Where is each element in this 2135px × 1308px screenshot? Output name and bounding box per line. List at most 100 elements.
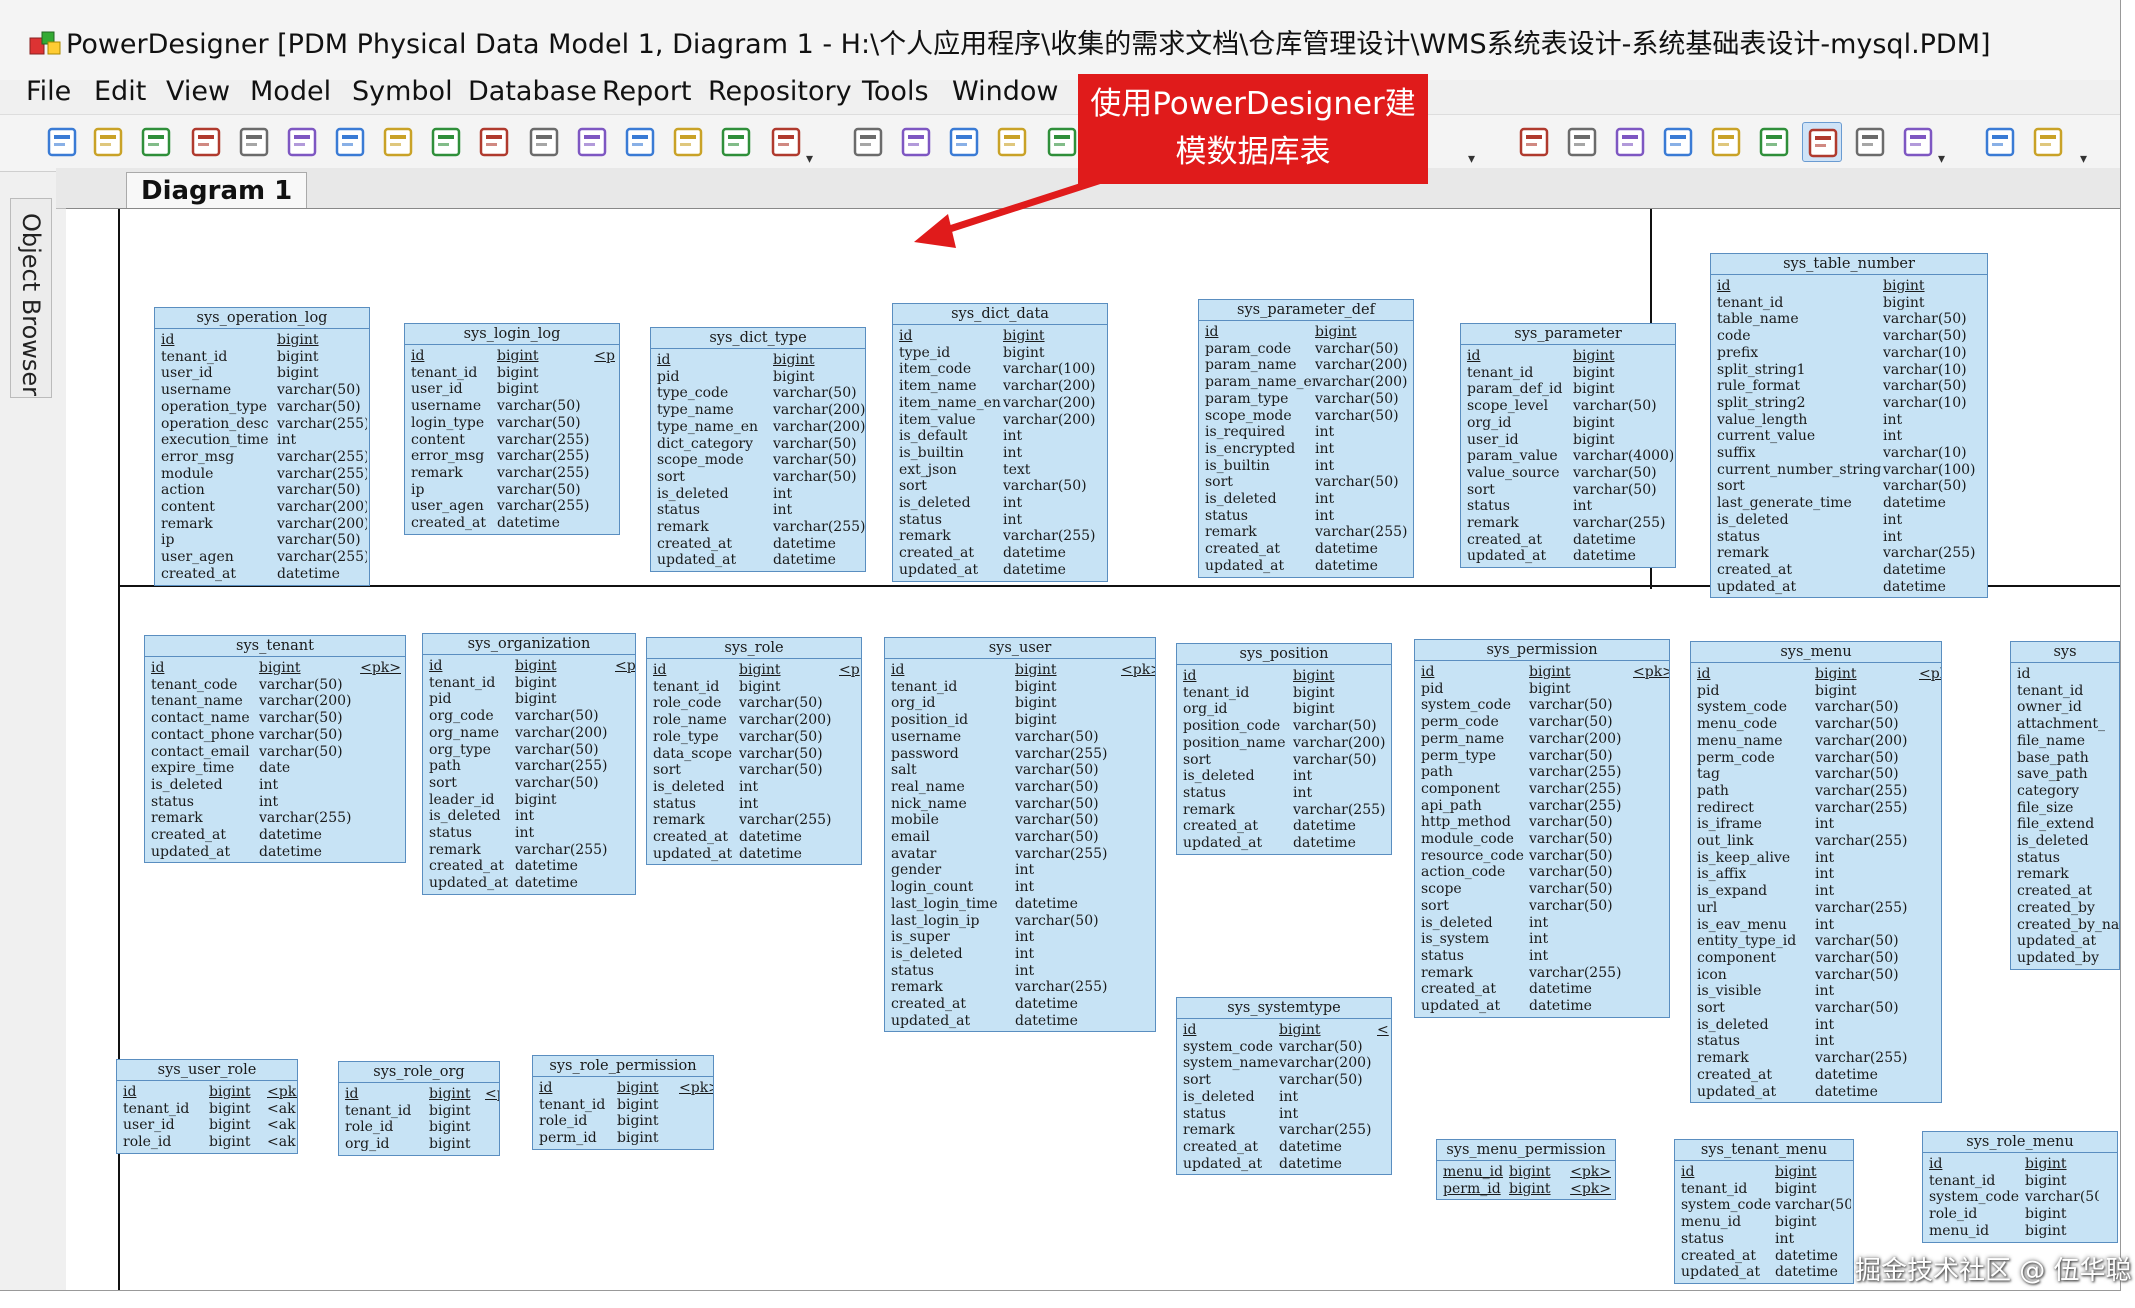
table-column-row[interactable]: created_at datetime xyxy=(1183,1139,1391,1156)
table-column-row[interactable]: content varchar(255) xyxy=(411,432,619,449)
comment-icon[interactable] xyxy=(1850,122,1890,162)
table-column-row[interactable]: id bigint < xyxy=(1183,1022,1391,1039)
new-package-icon[interactable] xyxy=(848,122,888,162)
table-column-row[interactable]: gender int xyxy=(891,862,1155,879)
table-column-row[interactable]: is_keep_alive int xyxy=(1697,850,1941,867)
refresh-icon[interactable] xyxy=(992,122,1032,162)
table-column-row[interactable]: id bigint <p xyxy=(429,658,635,675)
table-column-row[interactable]: file_name xyxy=(2017,733,2119,750)
table-column-row[interactable]: split_string1 varchar(10) xyxy=(1717,362,1987,379)
table-column-row[interactable]: remark varchar(200) xyxy=(161,516,369,533)
table-column-row[interactable]: is_deleted int xyxy=(429,808,635,825)
table-column-row[interactable]: entity_type_id varchar(50) xyxy=(1697,933,1941,950)
table-sys-organization[interactable]: sys_organization id bigint <p tenant_id bigin… xyxy=(422,633,636,895)
table-column-row[interactable]: sort varchar(50) xyxy=(429,775,635,792)
table-column-row[interactable]: sort varchar(50) xyxy=(1697,1000,1941,1017)
table-column-row[interactable]: system_name varchar(200) xyxy=(1183,1055,1391,1072)
table-column-row[interactable]: contact_email varchar(50) xyxy=(151,744,405,761)
table-column-row[interactable]: ext_json text xyxy=(899,462,1107,479)
table-column-row[interactable]: created_at datetime xyxy=(1205,541,1413,558)
table-column-row[interactable]: id bigint <pk> xyxy=(539,1080,713,1097)
table-column-row[interactable]: tenant_code varchar(50) xyxy=(151,677,405,694)
table-column-row[interactable]: system_codevarchar(50) xyxy=(1421,697,1669,714)
table-column-row[interactable]: org_id bigint xyxy=(1467,415,1675,432)
table-column-row[interactable]: created_by_na xyxy=(2017,917,2119,934)
table-column-row[interactable]: last_login_ip varchar(50) xyxy=(891,913,1155,930)
table-column-row[interactable]: role_name varchar(200) xyxy=(653,712,861,729)
table-column-row[interactable]: is_deleted int xyxy=(1183,1089,1391,1106)
table-sys-systemtype[interactable]: sys_systemtype id bigint < system_code varcha… xyxy=(1176,997,1392,1176)
table-column-row[interactable]: tenant_id bigint xyxy=(539,1097,713,1114)
table-column-row[interactable]: user_id bigint xyxy=(1467,432,1675,449)
table-column-row[interactable]: param_type varchar(50) xyxy=(1205,391,1413,408)
table-column-row[interactable]: param_def_id bigint xyxy=(1467,381,1675,398)
table-sys-dict-data[interactable]: sys_dict_data id bigint type_id bigint item_c… xyxy=(892,303,1108,582)
save-all-icon[interactable] xyxy=(234,122,274,162)
table-column-row[interactable]: status int xyxy=(1205,508,1413,525)
table-sys-user-role[interactable]: sys_user_roleidbigint<pk>tenant_idbigint… xyxy=(116,1059,298,1154)
table-column-row[interactable]: perm_code varchar(50) xyxy=(1421,714,1669,731)
table-column-row[interactable]: id bigint xyxy=(1467,348,1675,365)
table-column-row[interactable]: sort varchar(50) xyxy=(1183,752,1391,769)
spell-check-icon[interactable] xyxy=(716,122,756,162)
table-column-row[interactable]: error_msg varchar(255) xyxy=(411,448,619,465)
table-column-row[interactable]: status int xyxy=(1697,1033,1941,1050)
table-column-row[interactable]: perm_id bigint xyxy=(539,1130,713,1147)
table-column-row[interactable]: created_at datetime xyxy=(653,829,861,846)
table-column-row[interactable]: menu_id bigint <pk> xyxy=(1443,1164,1615,1181)
menu-model[interactable]: Model xyxy=(250,76,331,107)
table-column-row[interactable]: module_code varchar(50) xyxy=(1421,831,1669,848)
table-column-row[interactable]: current_number_string varchar(100) xyxy=(1717,462,1987,479)
table-column-row[interactable]: is_deleted int xyxy=(1421,915,1669,932)
diagram-canvas[interactable]: sys_operation_log id bigint tenant_id bigint… xyxy=(66,208,2120,1290)
table-column-row[interactable]: login_type varchar(50) xyxy=(411,415,619,432)
table-column-row[interactable]: id xyxy=(2017,666,2119,683)
table-column-row[interactable]: updated_at xyxy=(2017,933,2119,950)
zoom-page-icon[interactable] xyxy=(1754,122,1794,162)
table-column-row[interactable]: remark varchar(255) xyxy=(1697,1050,1941,1067)
table-column-row[interactable]: status int xyxy=(653,796,861,813)
table-column-row[interactable]: is_affix int xyxy=(1697,866,1941,883)
table-sys-menu-permission[interactable]: sys_menu_permission menu_id bigint <pk> perm… xyxy=(1436,1139,1616,1201)
table-column-row[interactable]: operation_desc varchar(255) xyxy=(161,416,369,433)
table-sys-operation-log[interactable]: sys_operation_log id bigint tenant_id bigint… xyxy=(154,307,370,586)
table-column-row[interactable]: item_name varchar(200) xyxy=(899,378,1107,395)
table-column-row[interactable]: role_type varchar(50) xyxy=(653,729,861,746)
table-column-row[interactable]: suffix varchar(10) xyxy=(1717,445,1987,462)
table-column-row[interactable]: type_name varchar(200) xyxy=(657,402,865,419)
table-column-row[interactable]: item_name_en varchar(200) xyxy=(899,395,1107,412)
table-column-row[interactable]: org_id bigint xyxy=(345,1136,499,1153)
table-column-row[interactable]: last_generate_time datetime xyxy=(1717,495,1987,512)
table-column-row[interactable]: salt varchar(50) xyxy=(891,762,1155,779)
table-column-row[interactable]: id bigint <p xyxy=(653,662,861,679)
table-column-row[interactable]: position_name varchar(200) xyxy=(1183,735,1391,752)
table-column-row[interactable]: execution_time int xyxy=(161,432,369,449)
table-column-row[interactable]: remark varchar(255) xyxy=(1205,524,1413,541)
table-column-row[interactable]: menu_code varchar(50) xyxy=(1697,716,1941,733)
table-column-row[interactable]: remark varchar(255) xyxy=(1183,1122,1391,1139)
table-column-row[interactable]: nick_name varchar(50) xyxy=(891,796,1155,813)
table-column-row[interactable]: action varchar(50) xyxy=(161,482,369,499)
table-column-row[interactable]: last_login_time datetime xyxy=(891,896,1155,913)
table-column-row[interactable]: is_builtin int xyxy=(1205,458,1413,475)
table-column-row[interactable]: perm_id bigint <pk> xyxy=(1443,1181,1615,1198)
table-column-row[interactable]: tenant_id bigint xyxy=(891,679,1155,696)
table-column-row[interactable]: updated_at datetime xyxy=(429,875,635,892)
check-model-icon[interactable] xyxy=(668,122,708,162)
table-column-row[interactable]: content varchar(200) xyxy=(161,499,369,516)
table-column-row[interactable]: remark varchar(255) xyxy=(151,810,405,827)
table-column-row[interactable]: org_id bigint xyxy=(1183,701,1391,718)
table-column-row[interactable]: system_codevarchar(50) xyxy=(1681,1197,1853,1214)
table-column-row[interactable]: tenant_id bigint xyxy=(161,349,369,366)
menu-symbol[interactable]: Symbol xyxy=(352,76,453,107)
table-column-row[interactable]: position_code varchar(50) xyxy=(1183,718,1391,735)
table-column-row[interactable]: tenant_name varchar(200) xyxy=(151,693,405,710)
table-column-row[interactable]: table_name varchar(50) xyxy=(1717,311,1987,328)
table-column-row[interactable]: menu_id bigint xyxy=(1681,1214,1853,1231)
table-column-row[interactable]: operation_type varchar(50) xyxy=(161,399,369,416)
table-column-row[interactable]: expire_time date xyxy=(151,760,405,777)
table-column-row[interactable]: param_name_en varchar(200) xyxy=(1205,374,1413,391)
table-column-row[interactable]: error_msg varchar(255) xyxy=(161,449,369,466)
table-column-row[interactable]: sort varchar(50) xyxy=(653,762,861,779)
table-column-row[interactable]: param_name varchar(200) xyxy=(1205,357,1413,374)
